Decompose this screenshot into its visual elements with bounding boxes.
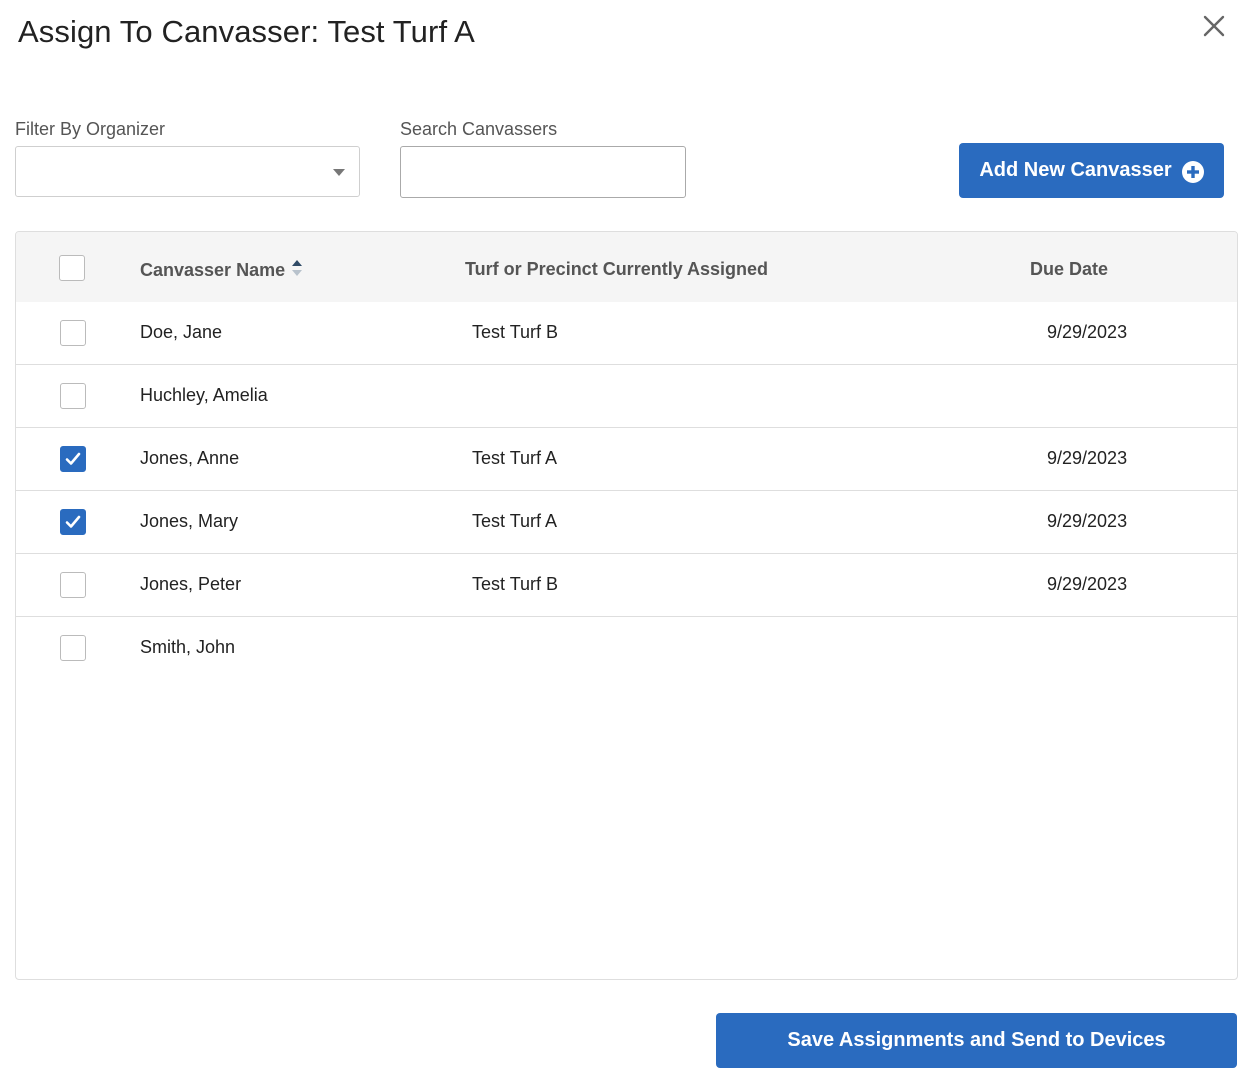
canvasser-name: Jones, Anne	[140, 448, 240, 468]
sort-icon	[292, 260, 303, 276]
table-row: Jones, Anne Test Turf A 9/29/2023	[16, 428, 1237, 491]
row-checkbox[interactable]	[60, 320, 86, 346]
canvasser-name: Jones, Mary	[140, 511, 239, 531]
filter-organizer-label: Filter By Organizer	[15, 119, 166, 139]
column-header-turf: Turf or Precinct Currently Assigned	[465, 259, 769, 279]
assigned-turf: Test Turf B	[472, 322, 559, 342]
assign-canvasser-dialog: Assign To Canvasser: Test Turf A Filter …	[0, 0, 1252, 1092]
search-canvassers-label: Search Canvassers	[400, 119, 558, 139]
row-checkbox[interactable]	[60, 446, 86, 472]
table-row: Smith, John	[16, 617, 1237, 680]
plus-circle-icon	[1181, 160, 1204, 183]
assigned-turf: Test Turf B	[472, 574, 559, 594]
save-assignments-button[interactable]: Save Assignments and Send to Devices	[716, 1013, 1237, 1068]
canvasser-name: Huchley, Amelia	[140, 385, 268, 405]
due-date: 9/29/2023	[1047, 511, 1128, 531]
chevron-down-icon	[333, 169, 345, 176]
assigned-turf: Test Turf A	[472, 511, 558, 531]
due-date: 9/29/2023	[1047, 322, 1128, 342]
add-new-canvasser-label: Add New Canvasser	[979, 159, 1172, 181]
row-checkbox[interactable]	[60, 572, 86, 598]
column-header-name-label: Canvasser Name	[140, 260, 286, 280]
column-header-due-date: Due Date	[1030, 259, 1109, 279]
row-checkbox[interactable]	[60, 635, 86, 661]
table-row: Doe, Jane Test Turf B 9/29/2023	[16, 302, 1237, 365]
checkmark-icon	[65, 515, 81, 528]
due-date: 9/29/2023	[1047, 574, 1128, 594]
assigned-turf: Test Turf A	[472, 448, 558, 468]
row-checkbox[interactable]	[60, 509, 86, 535]
close-button[interactable]	[1198, 10, 1230, 42]
table-header: Canvasser Name Turf or Precinct Currentl…	[16, 232, 1237, 302]
close-icon	[1203, 15, 1225, 37]
dialog-title: Assign To Canvasser: Test Turf A	[18, 14, 475, 49]
add-new-canvasser-button[interactable]: Add New Canvasser	[959, 143, 1224, 198]
canvasser-table: Canvasser Name Turf or Precinct Currentl…	[15, 231, 1238, 980]
row-checkbox[interactable]	[60, 383, 86, 409]
table-row: Jones, Peter Test Turf B 9/29/2023	[16, 554, 1237, 617]
select-all-checkbox[interactable]	[59, 255, 85, 281]
checkmark-icon	[65, 452, 81, 465]
table-row: Jones, Mary Test Turf A 9/29/2023	[16, 491, 1237, 554]
column-header-name[interactable]: Canvasser Name	[140, 259, 303, 281]
search-canvassers-input[interactable]	[400, 146, 686, 198]
canvasser-name: Smith, John	[140, 637, 236, 657]
canvasser-name: Doe, Jane	[140, 322, 223, 342]
filter-organizer-select[interactable]	[15, 146, 360, 197]
due-date: 9/29/2023	[1047, 448, 1128, 468]
table-row: Huchley, Amelia	[16, 365, 1237, 428]
canvasser-name: Jones, Peter	[140, 574, 242, 594]
